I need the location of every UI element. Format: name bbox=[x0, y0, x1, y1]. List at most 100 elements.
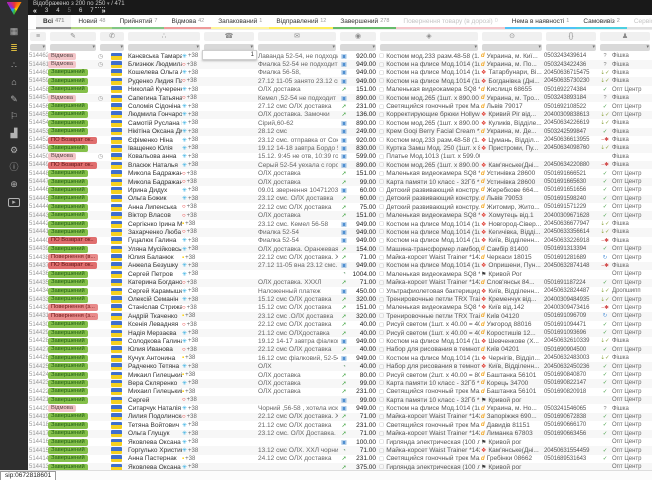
order-row-514419[interactable]: 514419ЗавершенийЛилия Подолинская○+3822.… bbox=[28, 413, 652, 421]
rows-icon[interactable]: ≡ bbox=[30, 32, 46, 41]
pager-page-4[interactable]: 4 bbox=[56, 8, 59, 15]
dashboard-icon[interactable]: ▦ bbox=[0, 23, 28, 40]
pager-last-icon[interactable]: » bbox=[102, 8, 106, 15]
filter-input-np[interactable]: ▾ bbox=[128, 44, 200, 51]
order-row-514430[interactable]: 514430ЗавершенийКсенія Левадняя○+3822.12… bbox=[28, 321, 652, 329]
order-row-514435[interactable]: 514435ЗавершенийКатерина Богданова○+38ОЛ… bbox=[28, 279, 652, 287]
filter-input-tr[interactable]: ▾ bbox=[546, 44, 596, 51]
order-row-514440[interactable]: 514440ПО Возврат ок..Гуцалюк Галина✳+38Ф… bbox=[28, 237, 652, 245]
orders-icon[interactable]: ≣ bbox=[0, 40, 28, 57]
filter-input-cm[interactable]: ▾ bbox=[258, 44, 336, 51]
tab-Запакований[interactable]: Запакований1 bbox=[211, 15, 269, 29]
tab-Новий[interactable]: Новий48 bbox=[71, 15, 112, 29]
order-row-514447[interactable]: 514447ЗавершенийМикола Бадражан○+38ОЛХ д… bbox=[28, 178, 652, 186]
clients-icon[interactable]: ∴ bbox=[0, 57, 28, 74]
tab-Відправлений[interactable]: Відправлений12 bbox=[269, 15, 333, 29]
order-row-514438[interactable]: 514438Повернення (в...Юлия Баланюк▪+3822… bbox=[28, 253, 652, 261]
order-row-514427[interactable]: 514427ЗавершенийЮлия Иванова○+3822.12 см… bbox=[28, 346, 652, 354]
filter-input-cf[interactable]: ▾ bbox=[100, 44, 124, 51]
order-row-514451[interactable]: 514451ЗавершенийІващенко Юлія✳+3819.12 1… bbox=[28, 144, 652, 152]
order-row-514453[interactable]: 514453ЗавершенийНікітіна Оксана Дми...✳+… bbox=[28, 128, 652, 136]
page-size-value[interactable]: 250 bbox=[95, 1, 105, 8]
order-row-514448[interactable]: 514448ЗавершенийМикола Бадражан○+38ОЛХ д… bbox=[28, 169, 652, 177]
tab-Нема в наявності[interactable]: Нема в наявності1 bbox=[505, 15, 577, 29]
tab-Відмова[interactable]: Відмова42 bbox=[164, 15, 211, 29]
order-row-514434[interactable]: 514434ЗавершенийСергей Карамышев✳+38Нало… bbox=[28, 287, 652, 295]
order-row-514436[interactable]: 514436ЗавершенийСергей Петров✳+38◔1004.0… bbox=[28, 270, 652, 278]
order-row-514439[interactable]: 514439ЗавершенийУляна Мусійковська✳+38ОЛ… bbox=[28, 245, 652, 253]
order-row-514429[interactable]: 514429ЗавершенийНадія Мерзаєва✳+3821.12 … bbox=[28, 329, 652, 337]
filter-input-dv[interactable]: ▾ bbox=[482, 44, 542, 51]
order-row-514425[interactable]: 514425ЗавершенийРадченко Тетяна✳+38ОЛХ◔4… bbox=[28, 362, 652, 370]
order-row-514455[interactable]: 514455ЗавершенийЛюдмила Гончарова✳+38ОЛХ… bbox=[28, 111, 652, 119]
order-row-514461[interactable]: 514461Відмова◷Близнюк Людмила ...○+38Фиа… bbox=[28, 60, 652, 68]
order-row-514420[interactable]: 514420ВідмоваСитарчук Наталія Гр...✳+38Ч… bbox=[28, 404, 652, 412]
source-price-icon[interactable]: ◉ bbox=[340, 32, 376, 41]
order-row-514417[interactable]: 514417ЗавершенийОльга Глущук✳+3823.12 см… bbox=[28, 430, 652, 438]
order-row-514423[interactable]: 514423ЗавершенийВера Скляренко✳+38ОЛХ до… bbox=[28, 379, 652, 387]
phone-icon[interactable]: ☎ bbox=[204, 32, 254, 41]
order-row-514449[interactable]: 514449ПО Возврат ок..Власюк Наталья✳+38С… bbox=[28, 161, 652, 169]
campaigns-icon[interactable]: ⚐ bbox=[0, 108, 28, 125]
comment-icon[interactable]: ✉ bbox=[258, 32, 336, 41]
filter-input-sp[interactable]: ▾ bbox=[340, 44, 376, 51]
warehouse-icon[interactable]: ⌂ bbox=[0, 74, 28, 91]
status-edit-icon[interactable]: ✎ bbox=[50, 32, 96, 41]
tab-Всі[interactable]: Всі471 bbox=[36, 15, 71, 29]
delivery-point-icon[interactable]: ⊙ bbox=[482, 32, 542, 41]
page-size-caret-icon[interactable]: ▾ bbox=[107, 1, 110, 7]
order-row-514437[interactable]: 514437ПО Возврат ок..Анжела Безушку✳+382… bbox=[28, 262, 652, 270]
app-logo-icon[interactable] bbox=[7, 2, 22, 15]
tab-Самовивіз[interactable]: Самовивіз2 bbox=[576, 15, 627, 29]
order-row-514457[interactable]: 514457Відмова◷Сапегина Татьяна С...○+38К… bbox=[28, 94, 652, 102]
tab-Сервіси[interactable]: Сервіси0 bbox=[627, 15, 652, 29]
video-icon[interactable]: ▸ bbox=[0, 193, 28, 210]
stats-icon[interactable]: ▟ bbox=[0, 125, 28, 142]
filter-input-km[interactable]: ▾ bbox=[600, 44, 650, 51]
products-icon[interactable]: ✎ bbox=[0, 91, 28, 108]
pager-page-6[interactable]: 6 bbox=[79, 8, 82, 15]
order-row-514458[interactable]: 514458ЗавершенийНиколай Кучеренко✳+38ОЛХ… bbox=[28, 86, 652, 94]
order-row-514460[interactable]: 514460ЗавершенийКошелева Ольга Ар...✳+38… bbox=[28, 69, 652, 77]
tab-Повернення товару (в дорозі)[interactable]: Повернення товару (в дорозі)0 bbox=[396, 15, 504, 29]
filter-input-st[interactable]: ▾ bbox=[50, 44, 96, 51]
order-row-514452[interactable]: 514452ПО Возврат ок..Єфіменко Ніна✳+3823… bbox=[28, 136, 652, 144]
order-row-514456[interactable]: 514456ЗавершенийСоломія Сідоніна✳+3827.1… bbox=[28, 102, 652, 110]
order-row-514416[interactable]: 514416ЗавершенийЯковлева Оксана✳+38▣100.… bbox=[28, 438, 652, 446]
pager-first-icon[interactable]: « bbox=[33, 8, 37, 15]
order-row-514444[interactable]: 514444ЗавершенийАнна Липенська○+3822.12 … bbox=[28, 203, 652, 211]
order-row-514421[interactable]: 514421ЗавершенийСергей○+38▣99.00▢Карта п… bbox=[28, 396, 652, 404]
tab-Завершений[interactable]: Завершений278 bbox=[333, 15, 396, 29]
order-row-514433[interactable]: 514433ЗавершенийОлексій Семанін✳+3815.12… bbox=[28, 295, 652, 303]
clients-icon[interactable]: ∴ bbox=[128, 32, 200, 41]
order-row-514432[interactable]: 514432Повернення (з...Станіслав Стрижак○… bbox=[28, 304, 652, 312]
tracking-icon[interactable]: {} bbox=[546, 32, 596, 41]
order-row-514446[interactable]: 514446ЗавершенийИрина Дидух✳+3809.01 зве… bbox=[28, 186, 652, 194]
order-row-514418[interactable]: 514418ЗавершенийТетяна Войтович✳+3821.12… bbox=[28, 421, 652, 429]
settings-icon[interactable]: ⚙ bbox=[0, 142, 28, 159]
order-row-514431[interactable]: 514431Повернення (з...Андрій Ткаченко▪+3… bbox=[28, 312, 652, 320]
order-row-514441[interactable]: 514441ЗавершенийЗахарченко Люба○+38Фиалк… bbox=[28, 228, 652, 236]
order-row-514442[interactable]: 514442ЗавершенийСергієнко Ірина Ми...▪+3… bbox=[28, 220, 652, 228]
filter-input-id[interactable]: ▾ bbox=[30, 44, 46, 51]
order-row-514428[interactable]: 514428ЗавершенийСолодкова Галина В...✳+3… bbox=[28, 337, 652, 345]
order-row-514443[interactable]: 514443ЗавершенийВіктор Власов○+38ОЛХ дос… bbox=[28, 211, 652, 219]
order-row-514422[interactable]: 514422ЗавершенийМихаил Гилецький▪+38ОЛХ … bbox=[28, 388, 652, 396]
order-row-514426[interactable]: 514426ЗавершенийКучук Антонина▪+3816.12 … bbox=[28, 354, 652, 362]
order-row-514415[interactable]: 514415ЗавершенийГоргулько Христина...✳+3… bbox=[28, 446, 652, 454]
info-icon[interactable]: ⓘ bbox=[0, 159, 28, 176]
order-row-514462[interactable]: 514462Відмова◷Канєвська Тамара ...✳+38Ла… bbox=[28, 52, 652, 60]
call-state-icon[interactable]: ✆ bbox=[100, 32, 124, 41]
order-row-514424[interactable]: 514424ЗавершенийМикаил Гилецький▪+38ОЛХ … bbox=[28, 371, 652, 379]
pager-page-7[interactable]: 7 bbox=[90, 8, 93, 15]
pager-page-5[interactable]: 5 bbox=[68, 8, 71, 15]
manager-icon[interactable]: ♟ bbox=[600, 32, 650, 41]
filter-input-pd[interactable]: ▾ bbox=[380, 44, 478, 51]
order-row-514450[interactable]: 514450Відмова◷Ковальова анна✳+3815.12. 9… bbox=[28, 153, 652, 161]
web-icon[interactable]: ⊕ bbox=[0, 176, 28, 193]
order-row-514459[interactable]: 514459ЗавершенийРуденко Лидия Пав...○+38… bbox=[28, 77, 652, 85]
order-row-514414[interactable]: 514414ЗавершенийАнна Пастернак▪+3824.12 … bbox=[28, 455, 652, 463]
product-icon[interactable]: ◈ bbox=[380, 32, 478, 41]
order-row-514454[interactable]: 514454ЗавершенийСамотій Руслана Во...✳+3… bbox=[28, 119, 652, 127]
tab-Прийнятий[interactable]: Прийнятий7 bbox=[112, 15, 164, 29]
